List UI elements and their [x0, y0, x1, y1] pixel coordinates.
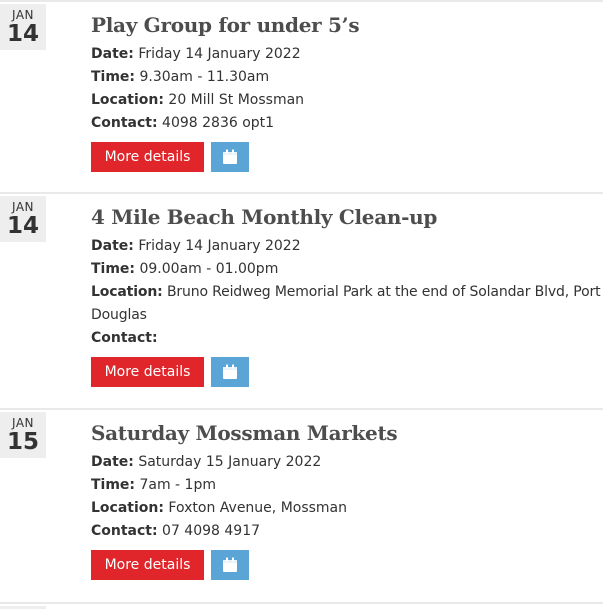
event-actions: More details: [91, 357, 603, 387]
event-location: Location: 20 Mill St Mossman: [91, 89, 603, 112]
date-label: Date:: [91, 454, 134, 470]
location-label: Location:: [91, 500, 164, 516]
date-day: 14: [6, 213, 39, 239]
location-label: Location:: [91, 92, 164, 108]
event-actions: More details: [91, 550, 603, 580]
contact-value: 07 4098 4917: [162, 523, 261, 539]
location-value: Bruno Reidweg Memorial Park at the end o…: [91, 284, 601, 323]
date-label: Date:: [91, 238, 134, 254]
event-content: Play Group for under 5’s Date: Friday 14…: [91, 12, 603, 172]
more-details-button[interactable]: More details: [91, 357, 204, 387]
date-label: Date:: [91, 46, 134, 62]
event-title[interactable]: Saturday Mossman Markets: [91, 420, 603, 446]
event-contact: Contact: 4098 2836 opt1: [91, 112, 603, 135]
event-item: JAN 14 Play Group for under 5’s Date: Fr…: [0, 0, 603, 194]
event-title[interactable]: Play Group for under 5’s: [91, 12, 603, 38]
location-value: Foxton Avenue, Mossman: [168, 500, 348, 516]
event-title[interactable]: 4 Mile Beach Monthly Clean-up: [91, 204, 603, 230]
location-value: 20 Mill St Mossman: [168, 92, 305, 108]
event-time: Time: 7am - 1pm: [91, 474, 603, 497]
date-month: JAN: [11, 200, 34, 214]
event-date: Date: Saturday 15 January 2022: [91, 451, 603, 474]
event-actions: More details: [91, 142, 603, 172]
contact-label: Contact:: [91, 330, 158, 346]
add-to-calendar-button[interactable]: [211, 142, 249, 172]
date-value: Friday 14 January 2022: [138, 238, 301, 254]
event-location: Location: Bruno Reidweg Memorial Park at…: [91, 281, 603, 327]
event-time: Time: 09.00am - 01.00pm: [91, 258, 603, 281]
event-content: 4 Mile Beach Monthly Clean-up Date: Frid…: [91, 204, 603, 387]
contact-label: Contact:: [91, 523, 158, 539]
date-value: Friday 14 January 2022: [138, 46, 301, 62]
event-time: Time: 9.30am - 11.30am: [91, 66, 603, 89]
date-badge: JAN 14: [0, 196, 46, 242]
calendar-icon: [223, 364, 237, 379]
date-day: 15: [6, 429, 39, 455]
event-location: Location: Foxton Avenue, Mossman: [91, 497, 603, 520]
date-month: JAN: [11, 416, 34, 430]
more-details-button[interactable]: More details: [91, 142, 204, 172]
event-content: Saturday Mossman Markets Date: Saturday …: [91, 420, 603, 580]
location-label: Location:: [91, 284, 163, 300]
calendar-icon: [223, 557, 237, 572]
date-badge: JAN 14: [0, 4, 46, 50]
date-day: 14: [6, 21, 39, 47]
contact-value: 4098 2836 opt1: [162, 115, 275, 131]
event-contact: Contact: 07 4098 4917: [91, 520, 603, 543]
date-badge: JAN 15: [0, 412, 46, 458]
time-label: Time:: [91, 69, 136, 85]
event-date: Date: Friday 14 January 2022: [91, 235, 603, 258]
date-value: Saturday 15 January 2022: [138, 454, 322, 470]
time-value: 9.30am - 11.30am: [139, 69, 270, 85]
event-item: JAN 15 Saturday Mossman Markets Date: Sa…: [0, 408, 603, 604]
event-item-partial: [0, 602, 603, 609]
contact-label: Contact:: [91, 115, 158, 131]
calendar-icon: [223, 149, 237, 164]
date-month: JAN: [11, 8, 34, 22]
time-value: 7am - 1pm: [139, 477, 216, 493]
event-list: JAN 14 Play Group for under 5’s Date: Fr…: [0, 0, 603, 609]
time-value: 09.00am - 01.00pm: [139, 261, 279, 277]
event-date: Date: Friday 14 January 2022: [91, 43, 603, 66]
event-item: JAN 14 4 Mile Beach Monthly Clean-up Dat…: [0, 192, 603, 410]
more-details-button[interactable]: More details: [91, 550, 204, 580]
add-to-calendar-button[interactable]: [211, 550, 249, 580]
time-label: Time:: [91, 261, 136, 277]
event-contact: Contact:: [91, 327, 603, 350]
time-label: Time:: [91, 477, 136, 493]
add-to-calendar-button[interactable]: [211, 357, 249, 387]
